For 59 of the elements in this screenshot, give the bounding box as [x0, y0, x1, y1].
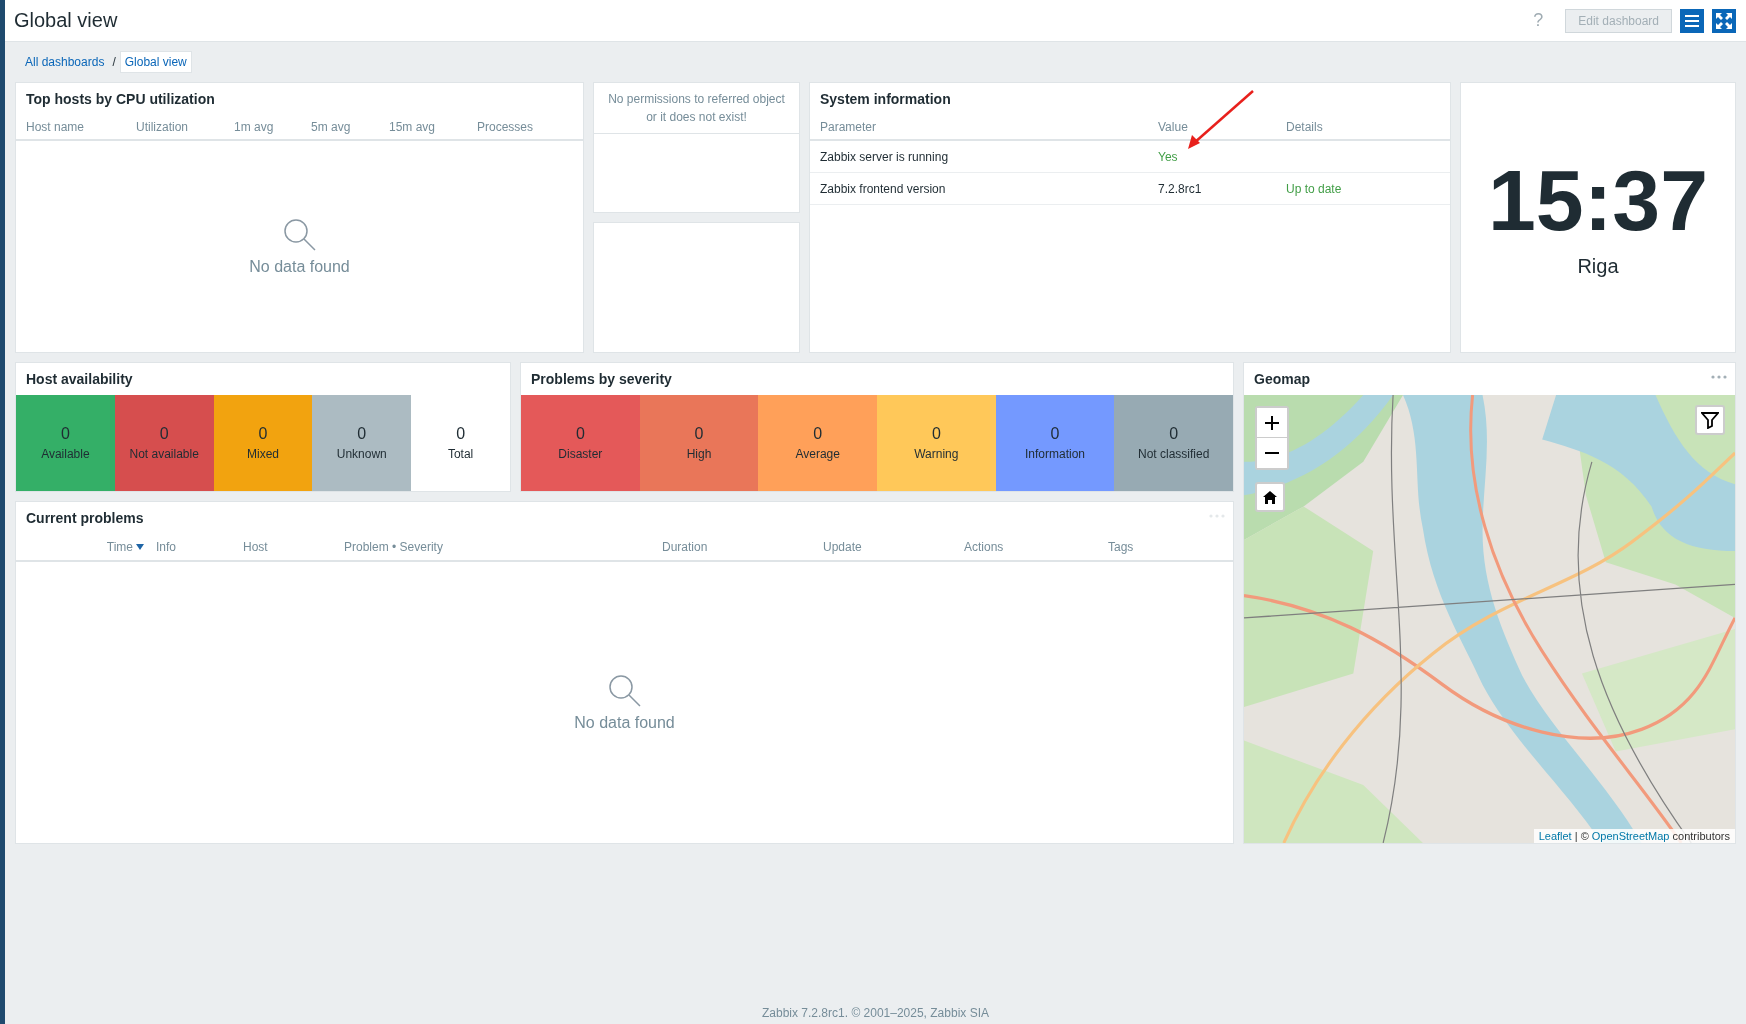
column-header[interactable]: Info	[156, 540, 176, 554]
table-cell: 7.2.8rc1	[1158, 181, 1202, 196]
breadcrumb-link[interactable]: Global view	[119, 51, 192, 73]
footer-text: Zabbix 7.2.8rc1. © 2001–2025, Zabbix SIA	[761, 1006, 990, 1022]
severity-tile[interactable]: 0 High	[639, 395, 759, 491]
column-header[interactable]: Host	[243, 540, 268, 554]
leaflet-link[interactable]: Leaflet	[1538, 830, 1572, 842]
status-tile[interactable]: 0 Available	[16, 395, 115, 491]
search-icon	[282, 217, 317, 252]
widget-title: System information	[819, 90, 952, 109]
table-cell-text: Zabbix frontend version	[820, 181, 947, 196]
column-header: Utilization	[136, 120, 190, 134]
page-title: Global view	[14, 9, 118, 32]
table-cell: Yes	[1158, 149, 1178, 164]
clock-time: 15:37	[1488, 157, 1708, 243]
column-header: 1m avg	[234, 120, 275, 134]
widget-title: Current problems	[25, 509, 145, 528]
column-header[interactable]: Tags	[1108, 540, 1134, 554]
column-header[interactable]: Time	[106, 540, 133, 554]
column-header: Processes	[477, 120, 535, 134]
widget-title: Host availability	[25, 370, 134, 389]
column-header[interactable]: Actions	[964, 540, 1004, 554]
severity-tile[interactable]: 0 Not classified	[1114, 395, 1234, 491]
search-icon	[607, 673, 642, 708]
status-tile[interactable]: 0 Not available	[114, 395, 214, 491]
error-message: No permissions to referred object or it does not exist!	[594, 83, 799, 134]
breadcrumb-link[interactable]: All dashboards	[21, 52, 109, 72]
widget-title: Geomap	[1253, 370, 1311, 389]
filter-icon[interactable]	[1695, 405, 1725, 435]
column-header[interactable]: Duration	[662, 540, 708, 554]
status-tile[interactable]: 0 Mixed	[213, 395, 313, 491]
table-cell-text: Zabbix server is running	[820, 149, 950, 164]
severity-tile[interactable]: 0 Warning	[877, 395, 996, 491]
column-header: 5m avg	[311, 120, 352, 134]
column-header: 15m avg	[389, 120, 437, 134]
column-header: Host name	[26, 120, 86, 134]
home-icon[interactable]	[1255, 482, 1285, 512]
column-header[interactable]: Problem • Severity	[344, 540, 443, 554]
column-header: Parameter	[820, 120, 878, 134]
zoom-in-icon[interactable]	[1257, 408, 1287, 438]
openstreetmap-link[interactable]: OpenStreetMap	[1591, 830, 1670, 842]
table-cell: Up to date	[1286, 181, 1342, 196]
menu-icon[interactable]	[1680, 8, 1704, 33]
map-attribution: Leaflet | © OpenStreetMap contributors	[1533, 829, 1735, 843]
severity-tile[interactable]: 0 Average	[758, 395, 877, 491]
clock-location: Riga	[1577, 255, 1619, 278]
status-tile[interactable]: 0 Unknown	[312, 395, 412, 491]
empty-message: No data found	[249, 257, 350, 276]
annotation-arrow	[1186, 89, 1256, 151]
empty-message: No data found	[574, 713, 675, 732]
widget-title: Top hosts by CPU utilization	[25, 90, 216, 109]
column-header: Value	[1158, 120, 1189, 134]
severity-tile[interactable]: 0 Disaster	[521, 395, 640, 491]
column-header[interactable]: Update	[823, 540, 862, 554]
widget-title: Problems by severity	[530, 370, 673, 389]
breadcrumb-separator: /	[112, 55, 116, 69]
severity-tile[interactable]: 0 Information	[995, 395, 1115, 491]
column-header: Details	[1286, 120, 1323, 134]
fullscreen-icon[interactable]	[1712, 8, 1736, 33]
